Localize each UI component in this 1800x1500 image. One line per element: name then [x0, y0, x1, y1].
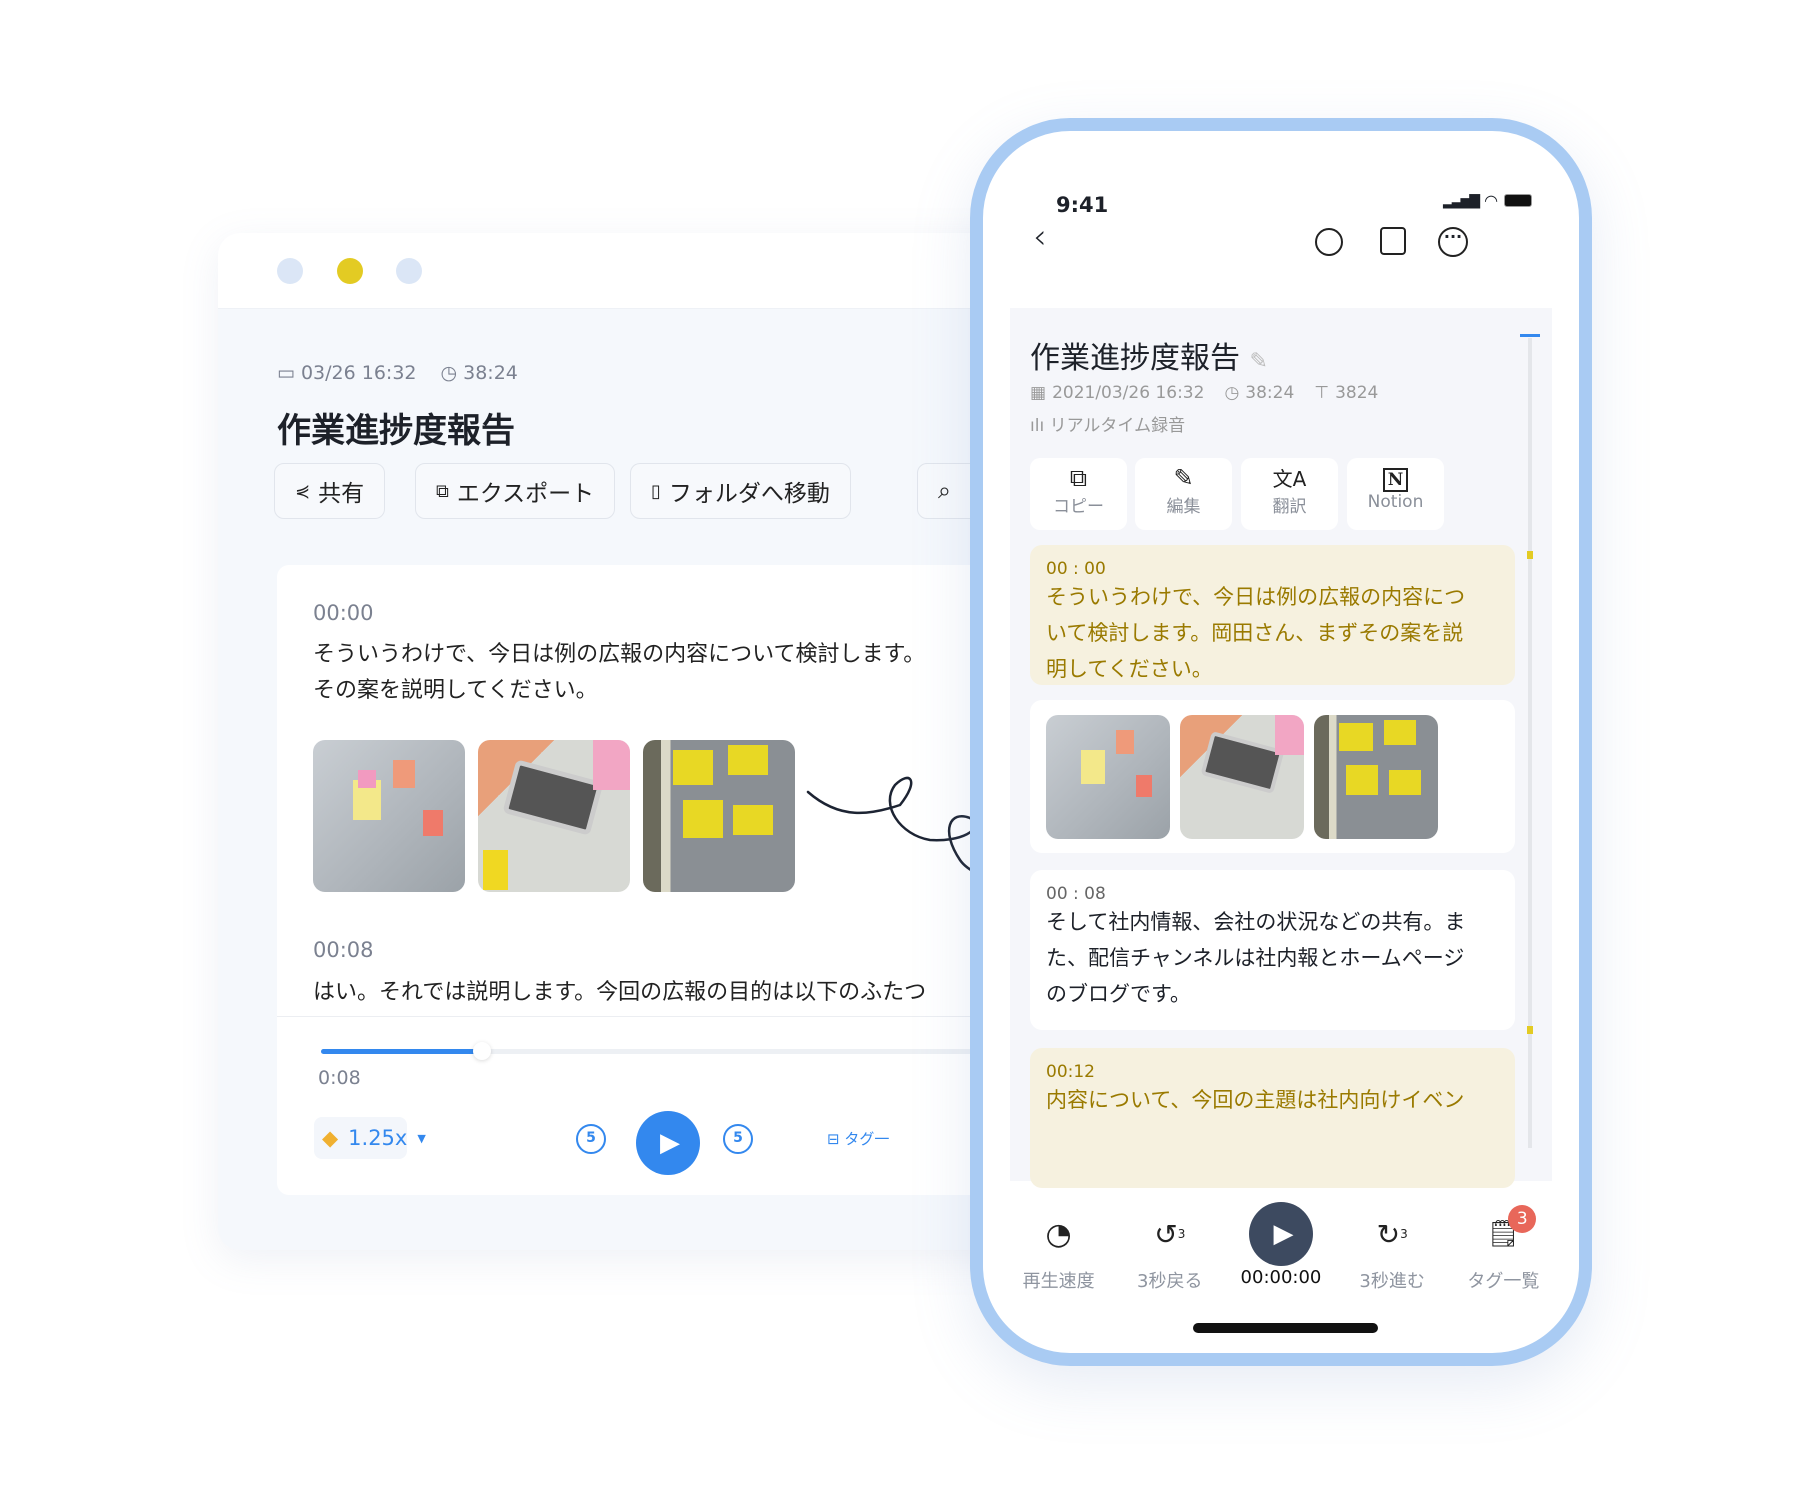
segment-text: はい。それでは説明します。今回の広報の目的は以下のふたつ [313, 980, 927, 1005]
tag-icon: ⊟ [827, 1130, 840, 1148]
recording-mode: ılı リアルタイム録音 [1030, 416, 1186, 436]
photo-thumbnail[interactable] [1046, 715, 1170, 839]
search-icon: ⌕ [938, 478, 951, 504]
tag-list-icon: 🗒 [1486, 1219, 1520, 1249]
share-export-icon[interactable] [1380, 227, 1406, 255]
wifi-icon: ◠ [1484, 191, 1499, 210]
pencil-icon: ✎ [1173, 464, 1194, 492]
highlight-marker [1527, 1026, 1533, 1034]
copy-icon: ⧉ [1069, 464, 1088, 492]
transcript-segment-highlighted[interactable]: 00 : 00 そういうわけで、今日は例の広報の内容につ いて検討します。岡田さん… [1030, 545, 1515, 685]
clock-icon: ◷ [1224, 383, 1240, 403]
rewind-5-button[interactable]: 5 [576, 1124, 606, 1154]
share-button[interactable]: ⋞ 共有 [274, 463, 386, 519]
recording-date: 03/26 16:32 [300, 362, 417, 384]
progress-handle[interactable] [473, 1042, 491, 1060]
signal-icon: ▂▃▅▇ [1443, 192, 1480, 209]
forward-3s-button[interactable]: ↻ 3 3秒進む [1347, 1201, 1437, 1293]
recording-meta: ▭ 03/26 16:32 ◷ 38:24 [277, 362, 518, 384]
photo-thumbnail[interactable] [1180, 715, 1304, 839]
segment-timestamp[interactable]: 00:08 [313, 938, 374, 962]
more-options-icon[interactable]: ··· [1438, 227, 1468, 257]
bottom-player-bar: ◔ 再生速度 ↺ 3 3秒戻る ▶ 00:00:00 ↻ 3 3秒進む 🗒 3 タグ一覧 [983, 1201, 1579, 1293]
photo-row [1030, 700, 1515, 853]
back-button[interactable]: ‹ [1033, 217, 1047, 257]
search-icon[interactable] [1315, 228, 1343, 256]
segment-timestamp: 00 : 00 [1046, 559, 1106, 579]
status-icons: ▂▃▅▇ ◠ [1443, 191, 1533, 210]
phone-frame: 9:41 ▂▃▅▇ ◠ ‹ ··· 作業進捗度報告 ✎ ▦ 2021/03/26 … [970, 118, 1592, 1366]
transcript-segment-highlighted[interactable]: 00:12 内容について、今回の主題は社内向けイベン [1030, 1048, 1515, 1188]
progress-slider[interactable] [321, 1042, 1018, 1060]
photo-thumbnail[interactable] [313, 740, 465, 892]
edit-title-icon[interactable]: ✎ [1250, 349, 1268, 374]
window-dot-close[interactable] [277, 258, 303, 284]
export-button[interactable]: ⧉ エクスポート [415, 463, 616, 519]
notion-button[interactable]: N Notion [1347, 458, 1444, 530]
vip-diamond-icon: ◆ [322, 1126, 339, 1150]
rewind-icon: ↺ 3 [1154, 1217, 1186, 1251]
window-dot-minimize[interactable] [337, 258, 363, 284]
play-button[interactable]: ▶ 00:00:00 [1236, 1201, 1326, 1293]
status-time: 9:41 [1056, 193, 1109, 217]
share-label: 共有 [318, 481, 365, 507]
copy-button[interactable]: ⧉ コピー [1030, 458, 1127, 530]
calendar-icon: ▦ [1030, 383, 1047, 403]
speedometer-icon: ◔ [1045, 1216, 1072, 1252]
edit-button[interactable]: ✎ 編集 [1135, 458, 1232, 530]
phone-content: 作業進捗度報告 ✎ ▦ 2021/03/26 16:32 ◷ 38:24 ⊤ 3824… [1010, 308, 1552, 1188]
phone-title: 作業進捗度報告 ✎ [1030, 341, 1268, 376]
forward-icon: ↻ 3 [1376, 1217, 1408, 1251]
page-title: 作業進捗度報告 [277, 411, 515, 451]
share-icon: ⋞ [295, 480, 311, 502]
recording-duration: 38:24 [463, 362, 518, 384]
waveform-icon: ılı [1030, 416, 1045, 436]
tag-list-button[interactable]: ⊟ タグ一 [827, 1128, 889, 1149]
play-button[interactable]: ▶ [636, 1111, 700, 1175]
caret-down-icon: ▼ [417, 1131, 426, 1145]
segment-timestamp: 00:12 [1046, 1062, 1095, 1082]
current-time: 0:08 [318, 1067, 361, 1089]
photo-thumbnail[interactable] [1314, 715, 1438, 839]
export-icon: ⧉ [436, 480, 449, 502]
text-count-icon: ⊤ [1314, 383, 1330, 403]
play-icon: ▶ [660, 1128, 680, 1158]
battery-icon [1504, 194, 1533, 207]
play-icon: ▶ [1248, 1202, 1313, 1266]
clock-icon: ◷ [440, 362, 458, 384]
forward-5-button[interactable]: 5 [723, 1124, 753, 1154]
tag-list-button[interactable]: 🗒 3 タグ一覧 [1458, 1201, 1548, 1293]
transcript-segment[interactable]: 00 : 08 そして社内情報、会社の状況などの共有。ま た、配信チャンネルは社内… [1030, 870, 1515, 1030]
segment-timestamp[interactable]: 00:00 [313, 601, 374, 625]
home-indicator[interactable] [1193, 1323, 1378, 1333]
move-to-folder-button[interactable]: ▯ フォルダへ移動 [630, 463, 851, 519]
desktop-window: ▭ 03/26 16:32 ◷ 38:24 作業進捗度報告 ⋞ 共有 ⧉ エクスポート … [218, 233, 1018, 1250]
translate-button[interactable]: 文A 翻訳 [1241, 458, 1338, 530]
export-label: エクスポート [456, 481, 595, 507]
scroll-position-marker [1520, 334, 1540, 337]
photo-thumbnail[interactable] [643, 740, 795, 892]
notion-icon: N [1347, 458, 1444, 492]
translate-icon: 文A [1272, 467, 1307, 491]
title-bar [218, 233, 1018, 309]
speed-selector[interactable]: ◆ 1.25x ▼ [314, 1117, 426, 1159]
segment-text: そういうわけで、今日は例の広報の内容について検討します。 その案を説明してください… [313, 642, 926, 703]
speed-value: 1.25x [348, 1126, 408, 1150]
phone-meta: ▦ 2021/03/26 16:32 ◷ 38:24 ⊤ 3824 [1030, 383, 1379, 403]
divider [277, 1016, 1018, 1017]
playback-speed-button[interactable]: ◔ 再生速度 [1014, 1201, 1104, 1293]
move-label: フォルダへ移動 [668, 481, 830, 507]
calendar-icon: ▭ [277, 362, 295, 384]
photo-thumbnail[interactable] [478, 740, 630, 892]
file-icon: ▯ [651, 480, 661, 502]
progress-fill [321, 1049, 481, 1054]
highlight-marker [1527, 551, 1533, 559]
back-3s-button[interactable]: ↺ 3 3秒戻る [1125, 1201, 1215, 1293]
window-dot-maximize[interactable] [396, 258, 422, 284]
segment-timestamp: 00 : 08 [1046, 884, 1106, 904]
playback-time: 00:00:00 [1240, 1267, 1322, 1288]
